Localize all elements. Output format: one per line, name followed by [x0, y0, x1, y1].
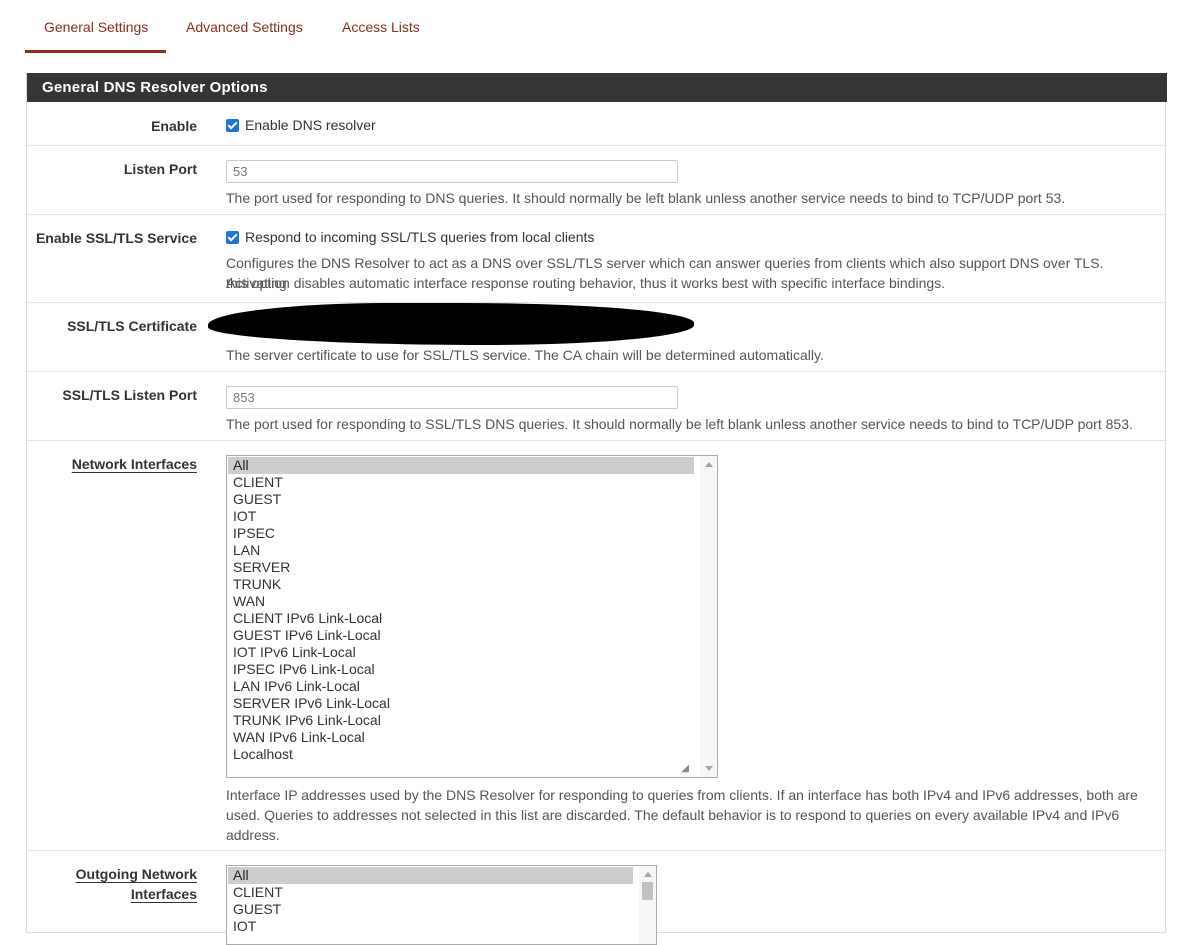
tab-access-lists[interactable]: Access Lists: [323, 18, 439, 52]
listbox-option[interactable]: GUEST IPv6 Link-Local: [233, 627, 381, 644]
listbox-option[interactable]: WAN: [233, 593, 265, 610]
outgoing-interfaces-scrollbar[interactable]: [639, 866, 656, 944]
network-interfaces-help-line1: Interface IP addresses used by the DNS R…: [226, 787, 1138, 803]
listbox-option[interactable]: SERVER: [233, 559, 290, 576]
network-interfaces-scrollbar[interactable]: [700, 456, 717, 777]
enable-row: Enable Enable DNS resolver: [27, 102, 1167, 146]
network-interfaces-help-line2: used. Queries to addresses not selected …: [226, 807, 1120, 823]
enable-field: Enable DNS resolver: [226, 117, 376, 133]
listbox-option[interactable]: LAN IPv6 Link-Local: [233, 678, 360, 695]
ssl-service-checkbox-label[interactable]: Respond to incoming SSL/TLS queries from…: [245, 229, 594, 245]
listen-port-row: Listen Port The port used for responding…: [27, 146, 1167, 215]
ssl-certificate-row: SSL/TLS Certificate The server certifica…: [27, 303, 1167, 372]
network-interfaces-label[interactable]: Network Interfaces: [72, 454, 197, 474]
ssl-certificate-help: The server certificate to use for SSL/TL…: [226, 347, 824, 363]
ssl-port-label: SSL/TLS Listen Port: [62, 387, 197, 403]
outgoing-interfaces-label-line2[interactable]: Interfaces: [131, 884, 197, 904]
scroll-up-arrow-icon[interactable]: [644, 872, 652, 877]
listbox-option[interactable]: IOT: [233, 918, 256, 935]
listbox-option[interactable]: TRUNK IPv6 Link-Local: [233, 712, 381, 729]
scroll-down-arrow-icon[interactable]: [705, 766, 713, 771]
ssl-service-field: Respond to incoming SSL/TLS queries from…: [226, 229, 594, 245]
ssl-service-help-line2: this option disables automatic interface…: [226, 275, 946, 291]
network-interfaces-row: Network Interfaces ◢ All CLIENT GUEST IOT IP…: [27, 441, 1167, 851]
listbox-option[interactable]: SERVER IPv6 Link-Local: [233, 695, 390, 712]
listbox-option[interactable]: WAN IPv6 Link-Local: [233, 729, 365, 746]
listbox-option[interactable]: All: [228, 457, 694, 474]
listbox-option[interactable]: CLIENT: [233, 884, 283, 901]
tab-bar: General Settings Advanced Settings Acces…: [25, 0, 1165, 54]
scrollbar-thumb[interactable]: [642, 882, 653, 900]
outgoing-interfaces-listbox[interactable]: All CLIENT GUEST IOT: [226, 865, 657, 945]
listbox-option[interactable]: GUEST: [233, 901, 281, 918]
ssl-service-row: Enable SSL/TLS Service Respond to incomi…: [27, 215, 1167, 303]
scroll-up-arrow-icon[interactable]: [705, 462, 713, 467]
listbox-option[interactable]: CLIENT IPv6 Link-Local: [233, 610, 382, 627]
enable-dns-resolver-checkbox[interactable]: [226, 119, 239, 132]
panel-title: General DNS Resolver Options: [27, 73, 1167, 102]
outgoing-interfaces-row: Outgoing Network Interfaces All CLIENT GUE…: [27, 851, 1167, 945]
listbox-option[interactable]: Localhost: [233, 746, 293, 763]
listbox-option[interactable]: CLIENT: [233, 474, 283, 491]
enable-label: Enable: [151, 118, 197, 134]
listen-port-label: Listen Port: [123, 161, 197, 177]
dns-resolver-options-panel: General DNS Resolver Options Enable Enab…: [26, 73, 1167, 945]
outgoing-interfaces-label-line1[interactable]: Outgoing Network: [76, 864, 197, 884]
listen-port-help: The port used for responding to DNS quer…: [226, 190, 1066, 206]
listbox-option[interactable]: IPSEC IPv6 Link-Local: [233, 661, 375, 678]
listbox-option[interactable]: TRUNK: [233, 576, 281, 593]
listbox-option[interactable]: LAN: [233, 542, 260, 559]
ssl-port-input[interactable]: [226, 386, 678, 409]
ssl-service-checkbox[interactable]: [226, 231, 239, 244]
ssl-certificate-label: SSL/TLS Certificate: [67, 318, 197, 334]
listbox-option[interactable]: IOT IPv6 Link-Local: [233, 644, 356, 661]
network-interfaces-listbox[interactable]: ◢ All CLIENT GUEST IOT IPSEC LAN SERVER TRUNK WA…: [226, 455, 718, 778]
redacted-certificate-select: [208, 303, 694, 345]
resize-handle-icon[interactable]: ◢: [681, 764, 689, 774]
tab-general-settings[interactable]: General Settings: [25, 18, 166, 53]
listen-port-input[interactable]: [226, 160, 678, 183]
listbox-option[interactable]: GUEST: [233, 491, 281, 508]
tab-advanced-settings[interactable]: Advanced Settings: [167, 18, 322, 52]
ssl-service-label: Enable SSL/TLS Service: [35, 230, 197, 246]
enable-dns-resolver-checkbox-label[interactable]: Enable DNS resolver: [245, 117, 376, 133]
ssl-port-row: SSL/TLS Listen Port The port used for re…: [27, 372, 1167, 441]
ssl-port-help: The port used for responding to SSL/TLS …: [226, 416, 1133, 432]
listbox-option[interactable]: IOT: [233, 508, 256, 525]
listbox-option[interactable]: IPSEC: [233, 525, 275, 542]
listbox-option[interactable]: All: [228, 867, 633, 884]
network-interfaces-help-line3: address.: [226, 827, 280, 843]
